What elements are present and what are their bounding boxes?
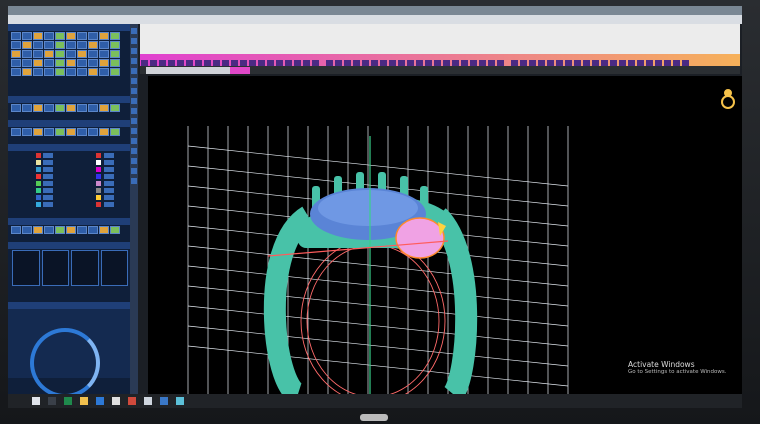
layer-row[interactable] [12,173,128,180]
command-area [140,24,740,54]
app-icon[interactable] [112,397,120,405]
tool-grid[interactable] [11,32,127,76]
tab[interactable] [208,67,232,74]
section-header [8,218,130,225]
section-header [8,24,130,31]
file-explorer-icon[interactable] [80,397,88,405]
app-icon[interactable] [176,397,184,405]
menu-bar[interactable] [8,15,742,24]
thumbnail[interactable] [12,250,40,286]
section-header [8,120,130,127]
thumbnail[interactable] [71,250,99,286]
3d-viewport[interactable] [148,76,742,394]
tool-grid[interactable] [11,104,127,112]
viewport-tabs [140,66,740,74]
tab[interactable] [174,67,210,74]
activation-watermark: Activate Windows Go to Settings to activ… [628,360,727,375]
thumbnail[interactable] [100,250,128,286]
ribbon-toolbar[interactable] [140,54,740,67]
size-gauge[interactable] [30,328,100,398]
tool-grid[interactable] [11,128,127,136]
tab[interactable] [230,67,250,74]
start-icon[interactable] [32,397,40,405]
section-header [8,96,130,103]
section-header [8,144,130,151]
monitor-logo [360,414,388,421]
layer-row[interactable] [12,187,128,194]
app-icon[interactable] [96,397,104,405]
screen: Activate Windows Go to Settings to activ… [8,6,742,408]
section-header [8,242,130,249]
section-header [8,302,130,309]
title-bar [8,6,742,15]
tool-grid[interactable] [11,226,127,234]
layer-row[interactable] [12,152,128,159]
layers-panel [12,152,128,208]
photos-icon[interactable] [144,397,152,405]
excel-icon[interactable] [64,397,72,405]
layer-row[interactable] [12,201,128,208]
search-icon[interactable] [48,397,56,405]
thumbnail[interactable] [41,250,69,286]
layer-row[interactable] [12,194,128,201]
side-toolbar [130,24,138,394]
tab-perspective[interactable] [146,67,176,74]
app-icon[interactable] [128,397,136,405]
activation-title: Activate Windows [628,360,695,369]
activation-subtitle: Go to Settings to activate Windows. [628,369,727,375]
layer-row[interactable] [12,166,128,173]
taskbar [8,394,742,408]
project-thumbnails[interactable] [12,250,128,286]
layer-row[interactable] [12,180,128,187]
layer-row[interactable] [12,159,128,166]
app-icon[interactable] [160,397,168,405]
